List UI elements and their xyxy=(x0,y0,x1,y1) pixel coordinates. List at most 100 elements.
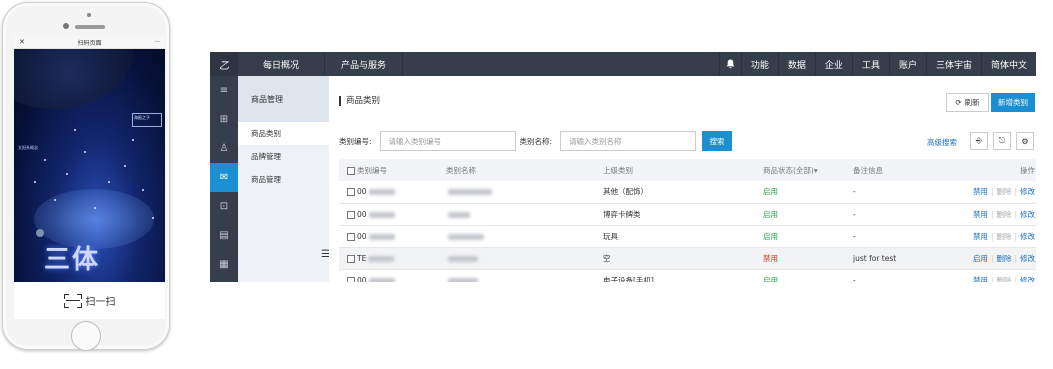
col-status[interactable]: 商品状态(全部)▾ xyxy=(763,159,853,181)
row-status: 启用 xyxy=(763,231,778,241)
edit-link[interactable]: 修改 xyxy=(1020,232,1035,241)
redacted-name xyxy=(448,189,492,196)
nav-products-services[interactable]: 产品与服务 xyxy=(325,52,403,76)
star xyxy=(108,181,110,183)
close-icon[interactable]: ✕ xyxy=(19,38,25,46)
col-name[interactable]: 类别名称 xyxy=(446,159,603,181)
top-nav-left: 每日概况 产品与服务 xyxy=(238,52,403,76)
menu-icon[interactable]: ≡ xyxy=(210,76,238,105)
nav-tools[interactable]: 工具 xyxy=(851,52,889,76)
search-button[interactable]: 搜索 xyxy=(702,131,733,151)
code-input[interactable]: 请输入类别编号 xyxy=(379,131,516,151)
import-icon[interactable]: ⎆ xyxy=(970,132,988,150)
row-parent: 电子设备[手机] xyxy=(603,275,654,283)
delete-link[interactable]: 删除 xyxy=(996,187,1011,196)
col-parent[interactable]: 上级类别 xyxy=(603,159,763,181)
home-button[interactable] xyxy=(71,321,101,351)
row-checkbox[interactable] xyxy=(347,232,355,241)
sub-navigation: 商品管理 商品类别 品牌管理 商品管理 xyxy=(238,76,329,282)
col-note[interactable]: 备注信息 xyxy=(853,159,949,181)
edit-link[interactable]: 修改 xyxy=(1020,187,1035,196)
add-category-button[interactable]: 新增类别 xyxy=(991,93,1035,112)
row-note: - xyxy=(853,209,856,219)
select-all-checkbox[interactable] xyxy=(347,166,355,175)
row-parent: 空 xyxy=(603,253,611,263)
star xyxy=(84,151,86,153)
row-status: 启用 xyxy=(763,209,778,219)
disable-link[interactable]: 禁用 xyxy=(973,276,988,283)
row-code: TE xyxy=(357,253,367,263)
star xyxy=(152,217,154,219)
row-checkbox[interactable] xyxy=(347,254,355,263)
settings-icon[interactable]: ⚙ xyxy=(1016,132,1034,150)
name-input[interactable]: 请输入类别名称 xyxy=(560,131,697,151)
advanced-search-link[interactable]: 高级搜索 xyxy=(927,137,957,148)
disable-link[interactable]: 禁用 xyxy=(973,210,988,219)
table-row[interactable]: 00 其他（配饰） 启用 - 禁用 | 删除 | 修改 xyxy=(339,181,1036,203)
col-code[interactable]: 类别编号 xyxy=(357,159,446,181)
delete-link[interactable]: 删除 xyxy=(996,254,1011,263)
subnav-item-categories[interactable]: 商品类别 xyxy=(238,122,329,145)
category-table: 类别编号 类别名称 上级类别 商品状态(全部)▾ 备注信息 操作 00 其他（配… xyxy=(339,159,1036,282)
disable-link[interactable]: 禁用 xyxy=(973,187,988,196)
row-checkbox[interactable] xyxy=(347,188,355,197)
row-parent: 其他（配饰） xyxy=(603,187,648,197)
scan-icon[interactable]: ⊡ xyxy=(210,192,238,221)
edit-link[interactable]: 修改 xyxy=(1020,210,1035,219)
row-code: 00 xyxy=(357,187,367,197)
subnav-item-brands[interactable]: 品牌管理 xyxy=(238,145,329,168)
table-row[interactable]: TE 空 禁用 just for test 启用 | 删除 | 修改 xyxy=(339,247,1036,269)
nav-workspace[interactable]: 三体宇宙 xyxy=(925,52,981,76)
table-row[interactable]: 00 电子设备[手机] 启用 - 禁用 | 删除 | 修改 xyxy=(339,269,1036,282)
redacted-name xyxy=(448,277,478,282)
nav-account[interactable]: 账户 xyxy=(888,52,926,76)
main-content: 商品类别 ⟳ 刷新 新增类别 类别编号: 请输入类别编号 类别名称: 请输入类别… xyxy=(329,76,1036,282)
row-note: - xyxy=(853,187,856,197)
more-icon[interactable]: ··· xyxy=(154,39,160,46)
grid-icon[interactable]: ⊞ xyxy=(210,105,238,134)
user-icon[interactable]: ♙ xyxy=(210,134,238,163)
nav-data[interactable]: 数据 xyxy=(777,52,815,76)
nav-enterprise[interactable]: 企业 xyxy=(814,52,852,76)
row-status: 启用 xyxy=(763,187,778,197)
front-sensor xyxy=(87,13,91,17)
admin-window: 乙 每日概况 产品与服务 功能 数据 企业 工具 账户 三体宇宙 简体中文 ≡ … xyxy=(210,52,1036,282)
refresh-icon: ⟳ xyxy=(955,98,962,107)
star xyxy=(94,207,96,209)
edit-link[interactable]: 修改 xyxy=(1020,276,1035,283)
row-code: 00 xyxy=(357,231,367,241)
nav-daily-overview[interactable]: 每日概况 xyxy=(238,52,325,76)
table-row[interactable]: 00 博弈卡牌类 启用 - 禁用 | 删除 | 修改 xyxy=(339,203,1036,225)
delete-link[interactable]: 删除 xyxy=(996,276,1011,283)
redacted-code xyxy=(368,233,395,240)
row-checkbox[interactable] xyxy=(347,276,355,282)
icon-sidebar: ≡ ⊞ ♙ ✉ ⊡ ▤ ▦ xyxy=(210,76,238,282)
edit-link[interactable]: 修改 xyxy=(1020,254,1035,263)
redacted-code xyxy=(368,189,395,196)
row-checkbox[interactable] xyxy=(347,210,355,219)
table-row[interactable]: 00 玩具 启用 - 禁用 | 删除 | 修改 xyxy=(339,225,1036,247)
delete-link[interactable]: 删除 xyxy=(996,232,1011,241)
top-nav-right: 功能 数据 企业 工具 账户 三体宇宙 简体中文 xyxy=(718,52,1036,76)
star xyxy=(142,189,144,191)
scan-button[interactable]: 扫一扫 xyxy=(14,282,165,319)
star xyxy=(44,159,46,161)
top-navigation-bar: 乙 每日概况 产品与服务 功能 数据 企业 工具 账户 三体宇宙 简体中文 xyxy=(210,52,1036,76)
subnav-item-products[interactable]: 商品管理 xyxy=(238,168,329,191)
logo-icon[interactable]: 乙 xyxy=(210,52,238,76)
bell-icon[interactable] xyxy=(718,52,741,76)
poster-planet xyxy=(14,49,134,109)
nav-functions[interactable]: 功能 xyxy=(740,52,778,76)
mail-icon[interactable]: ✉ xyxy=(210,163,238,192)
star xyxy=(132,139,134,141)
export-icon[interactable]: ⎋ xyxy=(993,132,1011,150)
report-icon[interactable]: ▦ xyxy=(210,250,238,279)
document-icon[interactable]: ▤ xyxy=(210,221,238,250)
nav-language[interactable]: 简体中文 xyxy=(980,52,1036,76)
star xyxy=(74,129,76,131)
delete-link[interactable]: 删除 xyxy=(996,210,1011,219)
disable-link[interactable]: 禁用 xyxy=(973,232,988,241)
enable-link[interactable]: 启用 xyxy=(973,254,988,263)
refresh-button[interactable]: ⟳ 刷新 xyxy=(946,93,989,112)
earpiece-speaker xyxy=(75,25,105,29)
